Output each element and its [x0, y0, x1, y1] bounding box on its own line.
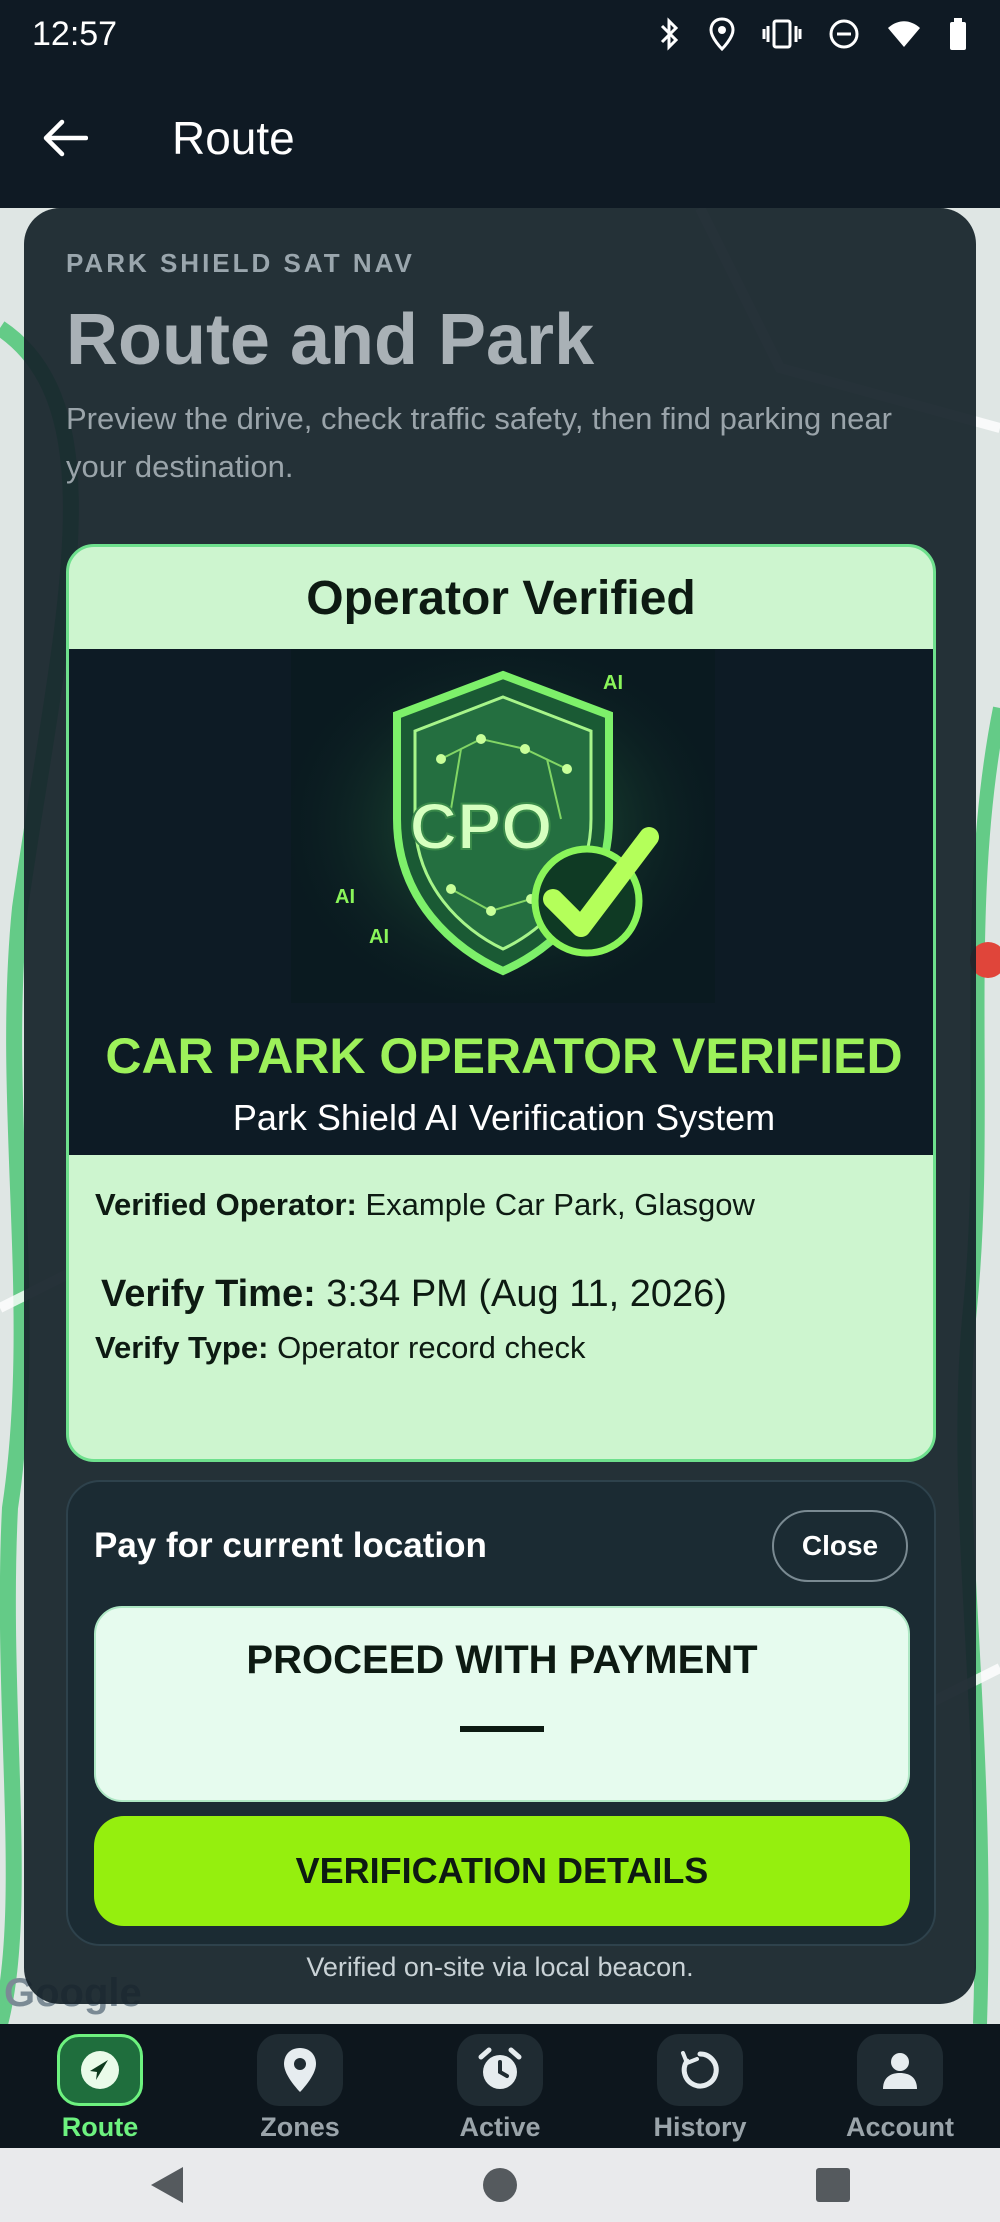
- battery-icon: [950, 18, 966, 50]
- person-icon: [857, 2034, 943, 2106]
- back-button[interactable]: [20, 93, 110, 183]
- payment-panel: Pay for current location Close PROCEED W…: [66, 1480, 936, 1946]
- verification-details: Verified Operator: Example Car Park, Gla…: [95, 1187, 915, 1366]
- history-icon: [657, 2034, 743, 2106]
- system-back-icon[interactable]: [147, 2163, 187, 2207]
- card-eyebrow: PARK SHIELD SAT NAV: [66, 248, 415, 278]
- navigation-arrow-icon: [57, 2034, 143, 2106]
- dash-icon: [460, 1726, 544, 1732]
- verified-operator-label: Verified Operator:: [95, 1187, 357, 1222]
- ai-tag: AI: [603, 672, 623, 694]
- system-recents-icon[interactable]: [813, 2165, 853, 2205]
- banner-title: CAR PARK OPERATOR VERIFIED: [105, 1028, 903, 1084]
- card-headline: Route and Park: [66, 300, 595, 380]
- alarm-clock-icon: [457, 2034, 543, 2106]
- location-pin-icon: [257, 2034, 343, 2106]
- nav-label-account: Account: [846, 2112, 954, 2142]
- close-button[interactable]: Close: [772, 1510, 908, 1582]
- shield-text: CPO: [409, 789, 552, 863]
- verification-details-button[interactable]: VERIFICATION DETAILS: [94, 1816, 910, 1926]
- verified-title: Operator Verified: [306, 571, 696, 625]
- status-time: 12:57: [32, 14, 118, 53]
- status-bar: 12:57: [0, 0, 1000, 68]
- cpo-shield-icon: CPO AI AI AI: [291, 649, 715, 1003]
- verify-time-row: Verify Time: 3:34 PM (Aug 11, 2026): [95, 1273, 915, 1316]
- nav-item-route[interactable]: Route: [0, 2024, 200, 2148]
- route-park-card: PARK SHIELD SAT NAV Route and Park Previ…: [24, 208, 976, 2004]
- verified-operator-row: Verified Operator: Example Car Park, Gla…: [95, 1187, 915, 1223]
- nav-label-active: Active: [459, 2112, 541, 2142]
- verified-operator-value: Example Car Park, Glasgow: [365, 1187, 755, 1222]
- shield-emblem: CPO AI AI AI: [291, 649, 715, 1003]
- nav-item-active[interactable]: Active: [400, 2024, 600, 2148]
- page-title: Route: [172, 112, 295, 164]
- payment-label: Pay for current location: [94, 1526, 487, 1565]
- proceed-with-payment-button[interactable]: PROCEED WITH PAYMENT: [94, 1606, 910, 1802]
- banner-subtitle: Park Shield AI Verification System: [232, 1097, 776, 1138]
- bluetooth-icon: [660, 17, 679, 51]
- nav-item-account[interactable]: Account: [800, 2024, 1000, 2148]
- nav-label-route: Route: [61, 2112, 139, 2142]
- vibrate-icon: [762, 19, 802, 49]
- operator-verified-panel: Operator Verified CPO AI AI AI CAR PARK …: [66, 544, 936, 1462]
- verify-type-row: Verify Type: Operator record check: [95, 1330, 915, 1366]
- arrow-left-icon: [43, 119, 88, 157]
- verification-footnote: Verified on-site via local beacon.: [306, 1952, 694, 1982]
- nav-label-history: History: [653, 2112, 747, 2142]
- wifi-icon: [888, 21, 920, 47]
- bottom-nav: Route Zones Active History Account: [0, 2024, 1000, 2148]
- do-not-disturb-icon: [829, 19, 859, 49]
- verify-type-value: Operator record check: [277, 1330, 586, 1365]
- proceed-label: PROCEED WITH PAYMENT: [246, 1638, 758, 1682]
- status-icons: [656, 17, 968, 51]
- card-subtext: Preview the drive, check traffic safety,…: [66, 401, 892, 484]
- system-home-icon[interactable]: [480, 2165, 520, 2205]
- system-nav-bar: [0, 2148, 1000, 2222]
- verification-banner: CPO AI AI AI CAR PARK OPERATOR VERIFIED …: [69, 649, 933, 1155]
- nav-item-zones[interactable]: Zones: [200, 2024, 400, 2148]
- verify-time-label: Verify Time:: [101, 1273, 316, 1315]
- app-bar: Route: [0, 68, 1000, 208]
- nav-item-history[interactable]: History: [600, 2024, 800, 2148]
- ai-tag-lower: AI: [369, 926, 389, 948]
- nav-label-zones: Zones: [260, 2112, 340, 2142]
- verify-type-label: Verify Type:: [95, 1330, 269, 1365]
- location-icon: [709, 17, 735, 51]
- verify-time-value: 3:34 PM (Aug 11, 2026): [326, 1273, 727, 1315]
- ai-tag-left: AI: [335, 886, 355, 908]
